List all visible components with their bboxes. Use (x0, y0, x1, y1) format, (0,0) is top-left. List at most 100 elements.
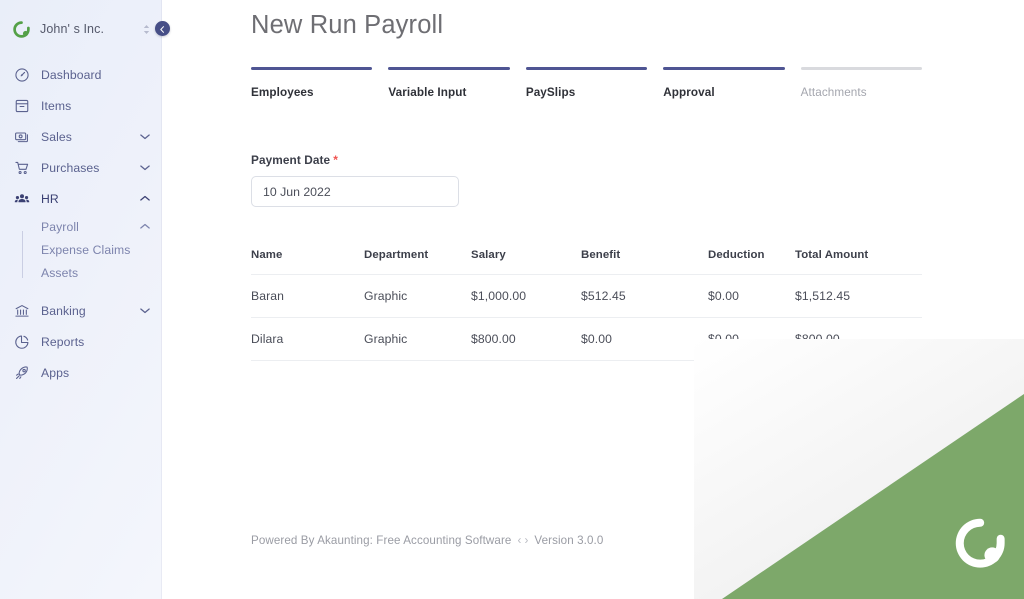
sidebar-subitem-label: Assets (41, 266, 131, 280)
sidebar-item-sales[interactable]: Sales (0, 121, 162, 152)
sidebar-subitem-label: Expense Claims (41, 243, 131, 257)
sidebar-item-label: Dashboard (41, 68, 128, 82)
step-payslips[interactable]: PaySlips (526, 67, 647, 99)
app-root: John' s Inc. (0, 0, 1024, 599)
column-header-name: Name (251, 249, 364, 275)
cell-department: Graphic (364, 318, 471, 361)
step-approval[interactable]: Approval (663, 67, 784, 99)
required-asterisk: * (333, 153, 338, 167)
chevron-right-glyph: › (524, 534, 528, 547)
sidebar-item-label: HR (41, 192, 128, 206)
cell-deduction: $0.00 (708, 318, 795, 361)
payment-date-label-text: Payment Date (251, 153, 330, 167)
column-header-department: Department (364, 249, 471, 275)
table-row[interactable]: Baran Graphic $1,000.00 $512.45 $0.00 $1… (251, 275, 922, 318)
box-icon (13, 97, 30, 114)
step-label: Employees (251, 86, 372, 99)
sidebar-collapse-button[interactable] (155, 21, 170, 36)
cell-benefit: $512.45 (581, 275, 708, 318)
sidebar-item-label: Sales (41, 130, 128, 144)
cell-name: Dilara (251, 318, 364, 361)
akaunting-logo-icon (12, 20, 31, 39)
chevron-down-icon[interactable] (139, 164, 150, 171)
cell-name: Baran (251, 275, 364, 318)
chevron-up-icon[interactable] (139, 195, 150, 202)
table-row[interactable]: Dilara Graphic $800.00 $0.00 $0.00 $800.… (251, 318, 922, 361)
chevron-left-icon (159, 20, 166, 38)
step-bar (663, 67, 784, 70)
sidebar-item-label: Items (41, 99, 128, 113)
step-bar (251, 67, 372, 70)
sidebar-item-label: Reports (41, 335, 128, 349)
cell-benefit: $0.00 (581, 318, 708, 361)
column-header-salary: Salary (471, 249, 581, 275)
step-label: Variable Input (388, 86, 509, 99)
footer-powered-by[interactable]: Powered By Akaunting: Free Accounting So… (251, 534, 511, 547)
table-header-row: Name Department Salary Benefit Deduction… (251, 249, 922, 275)
table-body: Baran Graphic $1,000.00 $512.45 $0.00 $1… (251, 275, 922, 361)
cell-department: Graphic (364, 275, 471, 318)
footer: Powered By Akaunting: Free Accounting So… (251, 534, 603, 547)
sidebar-item-label: Apps (41, 366, 128, 380)
sidebar-item-label: Banking (41, 304, 128, 318)
people-icon (13, 190, 30, 207)
chevron-down-icon[interactable] (139, 133, 150, 140)
sidebar-item-payroll[interactable]: Payroll (0, 215, 162, 238)
brand-company-name: John' s Inc. (40, 22, 131, 36)
column-header-benefit: Benefit (581, 249, 708, 275)
cart-icon (13, 159, 30, 176)
step-label: Attachments (801, 86, 922, 99)
approve-button[interactable]: Approve (840, 372, 922, 400)
sidebar-item-expense-claims[interactable]: Expense Claims (0, 238, 162, 261)
sidebar-item-purchases[interactable]: Purchases (0, 152, 162, 183)
footer-separator: ‹ › (517, 534, 528, 547)
step-attachments[interactable]: Attachments (801, 67, 922, 99)
sidebar-subitem-label: Payroll (41, 220, 131, 234)
brand-company-switcher[interactable]: John' s Inc. (0, 12, 162, 46)
payroll-table: Name Department Salary Benefit Deduction… (251, 249, 922, 361)
step-bar (801, 67, 922, 70)
cell-salary: $1,000.00 (471, 275, 581, 318)
sidebar-item-apps[interactable]: Apps (0, 357, 162, 388)
sidebar-item-assets[interactable]: Assets (0, 261, 162, 284)
table-head: Name Department Salary Benefit Deduction… (251, 249, 922, 275)
column-header-total-amount: Total Amount (795, 249, 922, 275)
wizard-steps: Employees Variable Input PaySlips Approv… (251, 67, 922, 99)
sidebar: John' s Inc. (0, 0, 162, 599)
step-label: PaySlips (526, 86, 647, 99)
cell-total: $800.00 (795, 318, 922, 361)
payment-date-input[interactable]: 10 Jun 2022 (251, 176, 459, 207)
step-bar (526, 67, 647, 70)
cell-salary: $800.00 (471, 318, 581, 361)
nav-spacer (0, 284, 162, 295)
speedometer-icon (13, 66, 30, 83)
pie-chart-icon (13, 333, 30, 350)
sidebar-item-dashboard[interactable]: Dashboard (0, 59, 162, 90)
main-content: New Run Payroll Employees Variable Input… (162, 0, 1024, 599)
step-label: Approval (663, 86, 784, 99)
column-header-deduction: Deduction (708, 249, 795, 275)
chevron-down-icon[interactable] (139, 307, 150, 314)
step-bar (388, 67, 509, 70)
sidebar-item-label: Purchases (41, 161, 128, 175)
chevron-left-glyph: ‹ (517, 534, 521, 547)
banknote-icon (13, 128, 30, 145)
step-employees[interactable]: Employees (251, 67, 372, 99)
cell-total: $1,512.45 (795, 275, 922, 318)
sidebar-subnav-hr: Payroll Expense Claims Assets (0, 215, 162, 284)
bank-icon (13, 302, 30, 319)
chevron-up-icon[interactable] (139, 223, 150, 230)
step-variable-input[interactable]: Variable Input (388, 67, 509, 99)
sidebar-item-banking[interactable]: Banking (0, 295, 162, 326)
sidebar-nav: Dashboard Items (0, 59, 162, 388)
page-title: New Run Payroll (251, 11, 1024, 40)
rocket-icon (13, 364, 30, 381)
payment-date-label: Payment Date* (251, 153, 1024, 167)
sidebar-item-reports[interactable]: Reports (0, 326, 162, 357)
footer-version: Version 3.0.0 (534, 534, 603, 547)
sidebar-item-hr[interactable]: HR (0, 183, 162, 214)
chevron-up-down-icon[interactable] (140, 24, 152, 35)
sidebar-item-items[interactable]: Items (0, 90, 162, 121)
cell-deduction: $0.00 (708, 275, 795, 318)
akaunting-logo-icon (956, 519, 1005, 568)
